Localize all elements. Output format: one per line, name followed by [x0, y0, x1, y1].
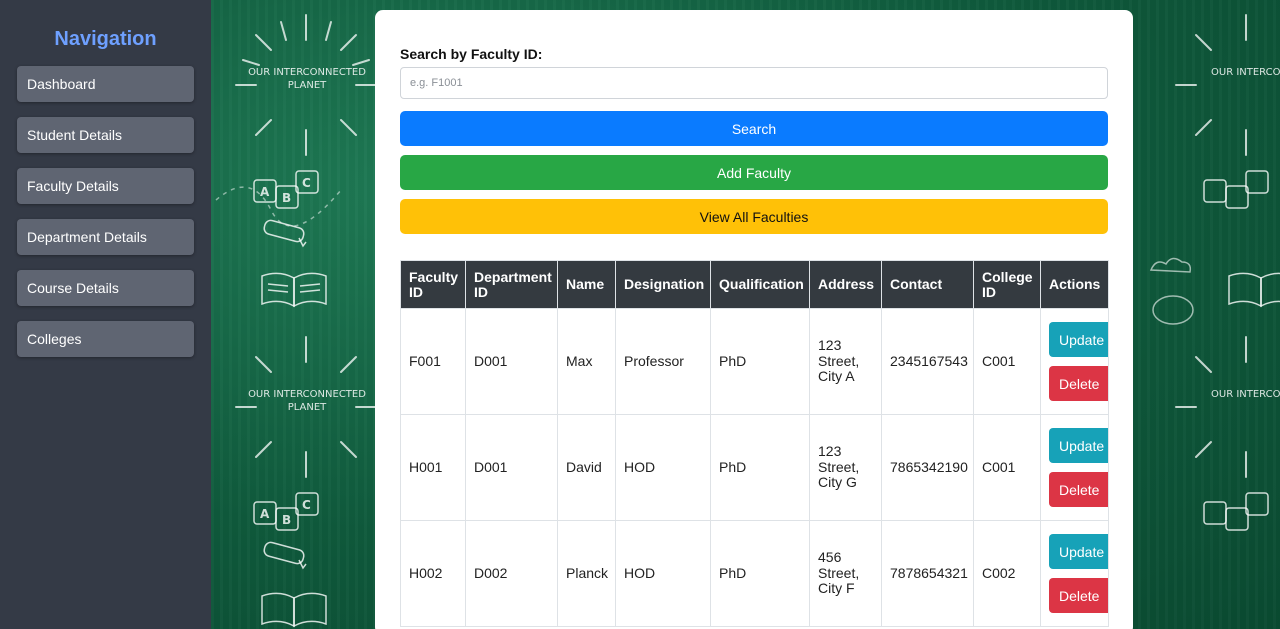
poster-text-1: OUR INTERCONNECTED PLANET [248, 67, 366, 91]
cell-designation: HOD [615, 414, 711, 521]
abc-blocks-icon [1203, 492, 1269, 531]
cell-faculty-id: H002 [400, 520, 466, 627]
search-button[interactable]: Search [400, 111, 1108, 146]
update-button[interactable]: Update [1049, 428, 1108, 463]
cell-actions: Update Delete [1040, 308, 1109, 415]
search-label: Search by Faculty ID: [400, 46, 543, 62]
dashed-path-doodle [215, 186, 342, 227]
cell-contact: 7865342190 [881, 414, 974, 521]
abc-blocks-icon: A BC [253, 492, 319, 531]
poster-text-2: OUR INTERCONNECTED PLANET [248, 389, 366, 413]
cell-actions: Update Delete [1040, 520, 1109, 627]
open-book-icon [261, 272, 327, 308]
cell-faculty-id: H001 [400, 414, 466, 521]
header-address: Address [809, 260, 882, 309]
header-faculty-id: Faculty ID [400, 260, 466, 309]
faculty-table: Faculty ID Department ID Name Designatio… [400, 260, 1109, 627]
header-college-id: College ID [973, 260, 1041, 309]
nav-department-details[interactable]: Department Details [17, 219, 194, 255]
sidebar: Navigation Dashboard Student Details Fac… [0, 0, 211, 629]
update-button[interactable]: Update [1049, 322, 1108, 357]
cell-address: 123 Street, City A [809, 308, 882, 415]
cell-college-id: C001 [973, 414, 1041, 521]
diploma-icon [263, 541, 307, 570]
svg-text:A: A [260, 507, 270, 521]
header-contact: Contact [881, 260, 974, 309]
cell-qualification: PhD [710, 520, 810, 627]
open-book-icon [1228, 272, 1280, 308]
poster-text-4: OUR INTERCONNECTED PLANET [1211, 389, 1280, 400]
delete-button[interactable]: Delete [1049, 366, 1108, 401]
delete-button[interactable]: Delete [1049, 578, 1108, 613]
nav-course-details[interactable]: Course Details [17, 270, 194, 306]
nav-dashboard[interactable]: Dashboard [17, 66, 194, 102]
nav-colleges[interactable]: Colleges [17, 321, 194, 357]
cell-contact: 2345167543 [881, 308, 974, 415]
cell-department-id: D001 [465, 414, 558, 521]
header-name: Name [557, 260, 616, 309]
cell-actions: Update Delete [1040, 414, 1109, 521]
update-button[interactable]: Update [1049, 534, 1108, 569]
add-faculty-button[interactable]: Add Faculty [400, 155, 1108, 190]
cell-address: 123 Street, City G [809, 414, 882, 521]
view-all-faculties-button[interactable]: View All Faculties [400, 199, 1108, 234]
cell-college-id: C001 [973, 308, 1041, 415]
table-header-row: Faculty ID Department ID Name Designatio… [400, 260, 1109, 309]
sun-doodle-icon [1175, 14, 1247, 156]
cell-name: David [557, 414, 616, 521]
header-department-id: Department ID [465, 260, 558, 309]
cell-faculty-id: F001 [400, 308, 466, 415]
nav-student-details[interactable]: Student Details [17, 117, 194, 153]
sidebar-title: Navigation [54, 28, 157, 50]
faculty-id-search-input[interactable] [400, 67, 1108, 99]
header-designation: Designation [615, 260, 711, 309]
cell-designation: Professor [615, 308, 711, 415]
delete-button[interactable]: Delete [1049, 472, 1108, 507]
cloud-doodle-icon [1149, 257, 1194, 325]
header-actions: Actions [1040, 260, 1109, 309]
nav-faculty-details[interactable]: Faculty Details [17, 168, 194, 204]
table-row: F001 D001 Max Professor PhD 123 Street, … [400, 308, 1109, 415]
faculty-panel: Search by Faculty ID: Search Add Faculty… [375, 10, 1133, 629]
cell-department-id: D002 [465, 520, 558, 627]
cell-department-id: D001 [465, 308, 558, 415]
abc-blocks-icon [1203, 170, 1269, 209]
sun-doodle-icon [1175, 336, 1247, 478]
open-book-icon [261, 592, 327, 628]
cell-name: Max [557, 308, 616, 415]
cell-address: 456 Street, City F [809, 520, 882, 627]
table-row: H002 D002 Planck HOD PhD 456 Street, Cit… [400, 520, 1109, 627]
table-row: H001 D001 David HOD PhD 123 Street, City… [400, 414, 1109, 521]
svg-text:B: B [282, 513, 291, 527]
svg-text:C: C [302, 498, 311, 512]
poster-text-3: OUR INTERCONNECTED PLANET [1211, 67, 1280, 78]
cell-designation: HOD [615, 520, 711, 627]
cell-qualification: PhD [710, 414, 810, 521]
cell-college-id: C002 [973, 520, 1041, 627]
header-qualification: Qualification [710, 260, 810, 309]
cell-name: Planck [557, 520, 616, 627]
cell-contact: 7878654321 [881, 520, 974, 627]
cell-qualification: PhD [710, 308, 810, 415]
